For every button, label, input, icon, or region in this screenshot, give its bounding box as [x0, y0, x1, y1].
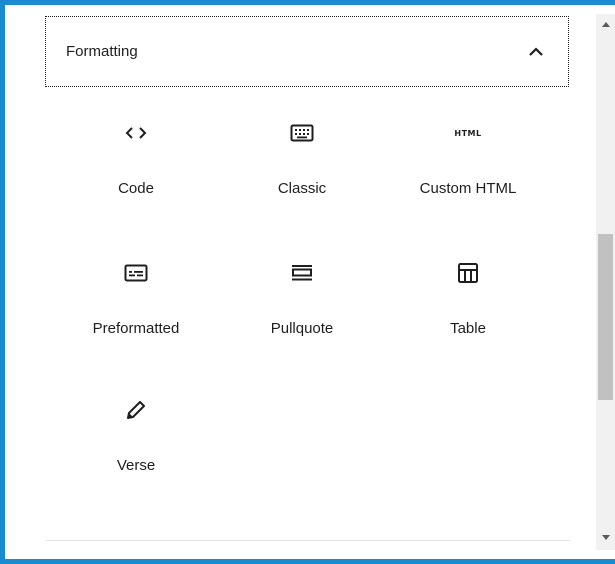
preformatted-icon	[122, 259, 150, 287]
block-verse[interactable]: Verse	[53, 386, 219, 506]
section-divider	[46, 540, 570, 541]
block-custom-html[interactable]: HTML Custom HTML	[385, 109, 551, 229]
formatting-section-toggle[interactable]: Formatting	[45, 16, 569, 87]
scroll-up-arrow-icon[interactable]	[602, 22, 610, 27]
block-classic[interactable]: Classic	[219, 109, 385, 229]
block-inserter-panel: Formatting Code Classic HTML Custom HTML…	[13, 13, 595, 550]
keyboard-icon	[288, 119, 316, 147]
pencil-icon	[122, 396, 150, 424]
table-icon	[454, 259, 482, 287]
block-label: Code	[118, 180, 154, 197]
html-icon: HTML	[454, 128, 482, 138]
chevron-up-icon	[526, 42, 546, 62]
section-title: Formatting	[66, 43, 138, 60]
block-label: Custom HTML	[419, 180, 517, 197]
scrollbar-thumb[interactable]	[598, 234, 613, 400]
block-pullquote[interactable]: Pullquote	[219, 249, 385, 369]
code-icon	[122, 119, 150, 147]
scrollbar[interactable]	[596, 14, 615, 550]
block-label: Classic	[277, 180, 327, 197]
block-label: Pullquote	[270, 320, 334, 337]
block-preformatted[interactable]: Preformatted	[53, 249, 219, 369]
block-label: Preformatted	[92, 320, 180, 337]
block-label: Verse	[116, 457, 156, 474]
block-label: Table	[450, 320, 486, 337]
block-table[interactable]: Table	[385, 249, 551, 369]
scroll-down-arrow-icon[interactable]	[602, 535, 610, 540]
pullquote-icon	[288, 259, 316, 287]
block-code[interactable]: Code	[53, 109, 219, 229]
